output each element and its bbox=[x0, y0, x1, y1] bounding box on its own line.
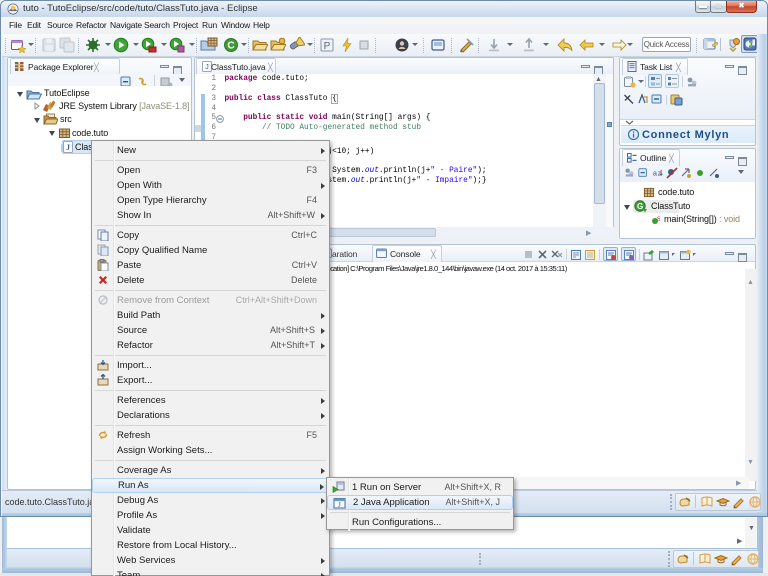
svg-text:C: C bbox=[227, 41, 234, 52]
svg-text:J: J bbox=[338, 501, 341, 509]
svg-text:P: P bbox=[324, 41, 331, 52]
svg-text:G: G bbox=[637, 202, 643, 211]
svg-text:J: J bbox=[205, 64, 209, 71]
svg-text:S: S bbox=[657, 217, 660, 223]
svg-text:J: J bbox=[66, 143, 70, 152]
